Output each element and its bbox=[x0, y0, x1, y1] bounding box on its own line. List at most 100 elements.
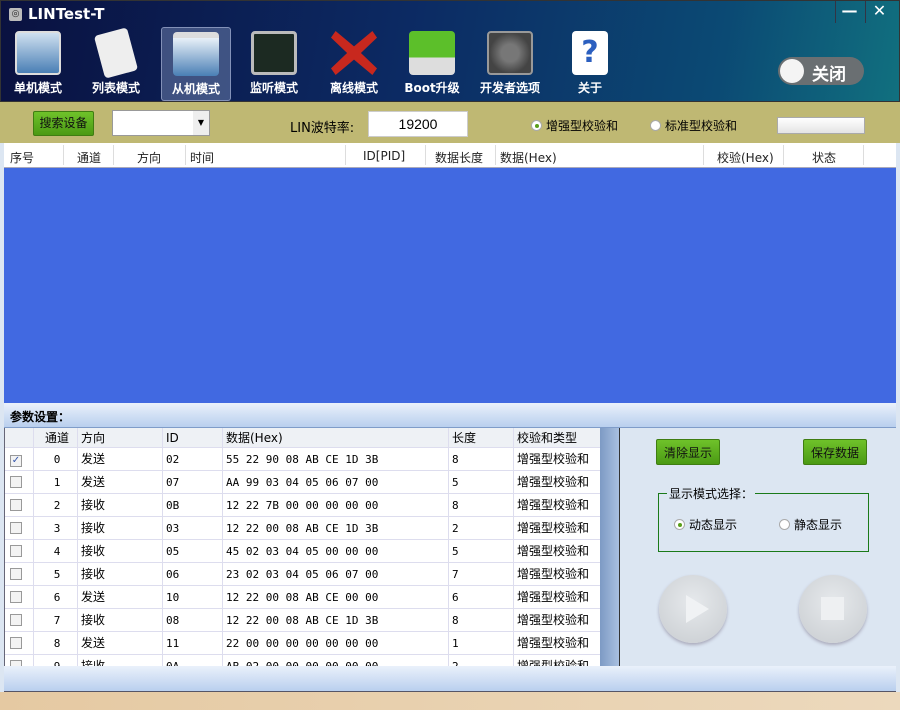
table-row[interactable]: 1 发送 07 AA 99 03 04 05 06 07 00 5 增强型校验和 bbox=[5, 471, 600, 494]
table-row[interactable]: 9接收0AAB 02 00 00 00 00 00 002增强型校验和 bbox=[5, 655, 600, 666]
radio-standard-checksum[interactable]: 标准型校验和 bbox=[650, 117, 737, 134]
cell-channel: 5 bbox=[34, 563, 78, 586]
table-row[interactable]: 8 发送 11 22 00 00 00 00 00 00 00 1 增强型校验和 bbox=[5, 632, 600, 655]
col-header: 方向 bbox=[137, 151, 162, 165]
footer bbox=[0, 692, 900, 710]
clear-display-button[interactable]: 清除显示 bbox=[656, 439, 720, 465]
checkbox-cell bbox=[5, 517, 34, 540]
monitor-icon bbox=[15, 31, 61, 75]
group-label: 显示模式选择： bbox=[667, 485, 756, 502]
row-checkbox[interactable] bbox=[10, 476, 22, 488]
cell-length: 8 bbox=[449, 494, 514, 517]
table-row[interactable]: 5 接收 06 23 02 03 04 05 06 07 00 7 增强型校验和 bbox=[5, 563, 600, 586]
row-checkbox[interactable] bbox=[10, 522, 22, 534]
table-row[interactable]: 2 接收 0B 12 22 7B 00 00 00 00 00 8 增强型校验和 bbox=[5, 494, 600, 517]
cell-data: 22 00 00 00 00 00 00 00 bbox=[223, 632, 449, 655]
cell-length: 5 bbox=[449, 471, 514, 494]
notebook-icon bbox=[93, 27, 139, 79]
cell-channel: 1 bbox=[34, 471, 78, 494]
params-header: 通道 方向 ID 数据(Hex) 长度 校验和类型 bbox=[5, 428, 600, 451]
window-title: ◎ LINTest-T bbox=[9, 5, 104, 23]
row-checkbox[interactable] bbox=[10, 499, 22, 511]
monitor-list[interactable] bbox=[4, 168, 896, 403]
cell-length: 8 bbox=[449, 609, 514, 632]
cell-direction: 接收 bbox=[78, 563, 163, 586]
toolbar-item-1[interactable]: 列表模式 bbox=[81, 27, 151, 101]
device-select[interactable]: ▼ bbox=[112, 110, 210, 136]
row-checkbox[interactable]: ✓ bbox=[10, 455, 22, 467]
checkbox-cell bbox=[5, 655, 34, 666]
play-icon bbox=[686, 595, 709, 623]
stop-icon bbox=[821, 597, 844, 620]
stop-button[interactable] bbox=[799, 575, 867, 643]
col-header: ID[PID] bbox=[363, 149, 406, 163]
toolbar-item-3[interactable]: 监听模式 bbox=[239, 27, 309, 101]
toolbar-item-label: 关于 bbox=[577, 81, 602, 95]
cell-id: 0B bbox=[163, 494, 223, 517]
radio-dot bbox=[674, 519, 685, 530]
toolbar-item-label: 列表模式 bbox=[91, 81, 140, 95]
row-checkbox[interactable] bbox=[10, 545, 22, 557]
monitor-header: 序号 通道 方向 时间 ID[PID] 数据长度 数据(Hex) 校验(Hex)… bbox=[4, 143, 896, 168]
toolbar-item-7[interactable]: ? 关于 bbox=[555, 27, 625, 101]
cell-channel: 4 bbox=[34, 540, 78, 563]
toolbar-item-label: 从机模式 bbox=[171, 82, 220, 96]
toolbar-item-5[interactable]: Boot升级 bbox=[397, 27, 467, 101]
col-header: 数据(Hex) bbox=[500, 151, 557, 165]
cell-channel: 9 bbox=[34, 655, 78, 666]
row-checkbox[interactable] bbox=[10, 637, 22, 649]
row-checkbox[interactable] bbox=[10, 591, 22, 603]
search-device-button[interactable]: 搜索设备 bbox=[33, 111, 94, 136]
col-header: 数据长度 bbox=[435, 151, 484, 165]
extra-field[interactable] bbox=[777, 117, 865, 134]
cell-length: 2 bbox=[449, 517, 514, 540]
toolbar-item-label: Boot升级 bbox=[404, 81, 460, 95]
cell-direction: 接收 bbox=[78, 655, 163, 666]
cell-data: AB 02 00 00 00 00 00 00 bbox=[223, 655, 449, 666]
col-header: ID bbox=[163, 428, 223, 448]
baud-input[interactable] bbox=[368, 111, 468, 137]
checkbox-cell bbox=[5, 540, 34, 563]
col-header: 序号 bbox=[10, 151, 35, 165]
cell-checksum-type: 增强型校验和 bbox=[514, 494, 600, 517]
radio-dynamic[interactable]: 动态显示 bbox=[674, 516, 737, 533]
checkbox-cell bbox=[5, 471, 34, 494]
table-row[interactable]: 4 接收 05 45 02 03 04 05 00 00 00 5 增强型校验和 bbox=[5, 540, 600, 563]
toolbar-item-0[interactable]: 单机模式 bbox=[3, 27, 73, 101]
toggle-label: 关闭 bbox=[812, 65, 846, 85]
scrollbar[interactable] bbox=[600, 428, 620, 666]
save-data-button[interactable]: 保存数据 bbox=[803, 439, 867, 465]
row-checkbox[interactable] bbox=[10, 614, 22, 626]
radio-static[interactable]: 静态显示 bbox=[779, 516, 842, 533]
col-header: 状态 bbox=[812, 151, 837, 165]
cell-direction: 接收 bbox=[78, 494, 163, 517]
cell-data: AA 99 03 04 05 06 07 00 bbox=[223, 471, 449, 494]
toolbar-item-4[interactable]: 离线模式 bbox=[319, 27, 389, 101]
radio-dot bbox=[650, 120, 661, 131]
cell-id: 05 bbox=[163, 540, 223, 563]
toolbar-item-label: 离线模式 bbox=[329, 81, 378, 95]
row-checkbox[interactable] bbox=[10, 568, 22, 580]
minimize-button[interactable]: — bbox=[835, 1, 863, 23]
cell-data: 12 22 7B 00 00 00 00 00 bbox=[223, 494, 449, 517]
help-icon: ? bbox=[572, 31, 608, 75]
radio-enhanced-checksum[interactable]: 增强型校验和 bbox=[531, 117, 618, 134]
radio-label: 增强型校验和 bbox=[546, 119, 619, 133]
cell-checksum-type: 增强型校验和 bbox=[514, 632, 600, 655]
toolbar-item-6[interactable]: 开发者选项 bbox=[475, 27, 545, 101]
cell-channel: 3 bbox=[34, 517, 78, 540]
table-row[interactable]: ✓ 0 发送 02 55 22 90 08 AB CE 1D 3B 8 增强型校验和 bbox=[5, 448, 600, 471]
close-window-button[interactable]: ✕ bbox=[865, 1, 893, 23]
params-table[interactable]: 通道 方向 ID 数据(Hex) 长度 校验和类型 ✓ 0 发送 02 55 22 90 08 AB… bbox=[4, 428, 600, 666]
table-row[interactable]: 6 发送 10 12 22 00 08 AB CE 00 00 6 增强型校验和 bbox=[5, 586, 600, 609]
table-row[interactable]: 3 接收 03 12 22 00 08 AB CE 1D 3B 2 增强型校验和 bbox=[5, 517, 600, 540]
chevron-down-icon[interactable]: ▼ bbox=[193, 111, 209, 135]
cell-data: 45 02 03 04 05 00 00 00 bbox=[223, 540, 449, 563]
toolbar-item-2[interactable]: 从机模式 bbox=[161, 27, 231, 101]
col-header: 校验(Hex) bbox=[717, 151, 774, 165]
play-button[interactable] bbox=[659, 575, 727, 643]
cell-direction: 发送 bbox=[78, 632, 163, 655]
power-toggle[interactable]: 关闭 bbox=[778, 57, 864, 85]
table-row[interactable]: 7 接收 08 12 22 00 08 AB CE 1D 3B 8 增强型校验和 bbox=[5, 609, 600, 632]
checkbox-cell bbox=[5, 494, 34, 517]
